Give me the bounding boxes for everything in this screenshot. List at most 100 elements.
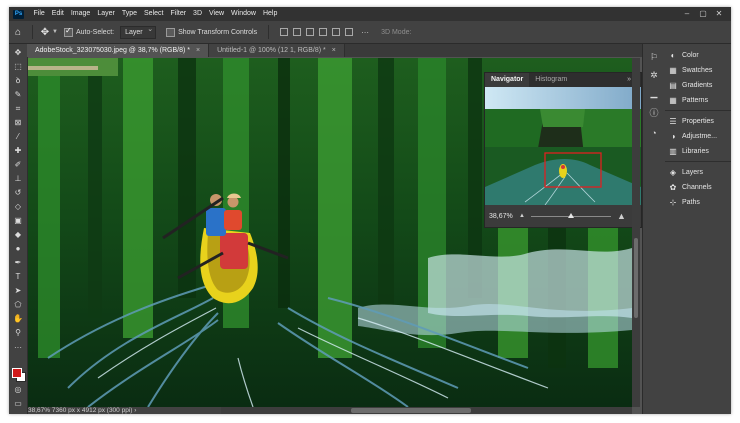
clone-stamp-tool-icon[interactable]: ⊥: [12, 173, 24, 185]
options-bar: ⌂ ✥ ▼ Auto-Select: Layer Show Transform …: [9, 21, 731, 44]
panel-patterns[interactable]: ▦ Patterns: [668, 94, 708, 107]
path-select-tool-icon[interactable]: ➤: [12, 285, 24, 297]
menu-file[interactable]: File: [30, 7, 48, 21]
auto-select-target-dropdown[interactable]: Layer: [120, 24, 157, 39]
panel-label: Swatches: [682, 67, 713, 74]
menu-edit[interactable]: Edit: [48, 7, 67, 21]
zoom-in-icon[interactable]: ▲: [617, 211, 626, 221]
align-top-icon[interactable]: [319, 28, 328, 36]
navigator-zoom-slider[interactable]: [530, 212, 611, 218]
zoom-tool-icon[interactable]: ⚲: [12, 327, 24, 339]
tab-histogram[interactable]: Histogram: [529, 73, 573, 87]
align-left-icon[interactable]: [280, 28, 289, 36]
more-options-icon[interactable]: ···: [361, 28, 369, 37]
divider: [32, 25, 33, 39]
horizontal-scroll-thumb[interactable]: [351, 408, 471, 413]
panel-label: Gradients: [682, 82, 713, 89]
close-tab-icon[interactable]: ×: [332, 47, 336, 54]
tab-adobestock-document[interactable]: AdobeStock_323075030.jpeg @ 38,7% (RGB/8…: [27, 44, 210, 57]
horizontal-scrollbar[interactable]: [221, 407, 632, 414]
panel-label: Patterns: [682, 97, 709, 104]
home-icon[interactable]: ⌂: [9, 27, 27, 38]
auto-select-checkbox[interactable]: [63, 26, 73, 37]
tab-navigator[interactable]: Navigator: [485, 73, 530, 87]
menu-3d[interactable]: 3D: [190, 7, 206, 21]
blur-tool-icon[interactable]: ◆: [12, 229, 24, 241]
document-tabs: AdobeStock_323075030.jpeg @ 38,7% (RGB/8…: [27, 44, 645, 57]
panel-adjustments[interactable]: ◑ Adjustme...: [668, 130, 717, 143]
brush-tool-icon[interactable]: ✐: [12, 159, 24, 171]
lasso-tool-icon[interactable]: ꝺ: [12, 75, 24, 87]
marquee-tool-icon[interactable]: ⬚: [12, 61, 24, 73]
crop-tool-icon[interactable]: ⌗: [12, 103, 24, 115]
libraries-icon: ▥: [669, 147, 677, 156]
eyedropper-tool-icon[interactable]: ⁄: [12, 131, 24, 143]
quick-mask-icon[interactable]: ◎: [12, 384, 24, 396]
panel-swatches[interactable]: ▦ Swatches: [668, 64, 712, 77]
align-right-icon[interactable]: [306, 28, 315, 36]
type-tool-icon[interactable]: T: [12, 271, 24, 283]
eraser-tool-icon[interactable]: ◇: [12, 201, 24, 213]
pen-tool-icon[interactable]: ✒: [12, 257, 24, 269]
vertical-scrollbar[interactable]: [632, 58, 640, 407]
navigator-panel: Navigator Histogram » ≡: [484, 72, 642, 228]
more-tools-icon[interactable]: ···: [12, 342, 24, 354]
menu-layer[interactable]: Layer: [94, 7, 119, 21]
shape-tool-icon[interactable]: ⬠: [12, 299, 24, 311]
panel-gradients[interactable]: ▤ Gradients: [668, 79, 712, 92]
tab-label: Untitled-1 @ 100% (12 1, RGB/8) *: [217, 47, 326, 54]
status-bar: 38,67% 7360 px x 4912 px (300 ppi) ›: [28, 407, 221, 414]
info-panel-icon[interactable]: ⓘ: [647, 106, 661, 120]
menu-select[interactable]: Select: [141, 7, 167, 21]
panel-properties[interactable]: ☰ Properties: [668, 115, 714, 128]
minimize-button[interactable]: –: [679, 7, 695, 21]
history-brush-tool-icon[interactable]: ↺: [12, 187, 24, 199]
menu-help[interactable]: Help: [259, 7, 280, 21]
learn-icon[interactable]: ⚐: [647, 50, 661, 64]
healing-brush-tool-icon[interactable]: ✚: [12, 145, 24, 157]
menu-bar: Ps File Edit Image Layer Type Select Fil…: [9, 7, 731, 21]
gradient-tool-icon[interactable]: ▣: [12, 215, 24, 227]
swatches-icon: ▦: [669, 66, 677, 75]
zoom-out-icon[interactable]: ▲: [519, 213, 525, 219]
menu-view[interactable]: View: [206, 7, 228, 21]
menu-window[interactable]: Window: [228, 7, 260, 21]
panel-layers[interactable]: ◈ Layers: [668, 166, 703, 179]
move-tool-icon[interactable]: ✥: [12, 47, 24, 59]
quick-select-tool-icon[interactable]: ✎: [12, 89, 24, 101]
menu-image[interactable]: Image: [67, 7, 93, 21]
panel-color[interactable]: ◐ Color: [668, 49, 699, 62]
zoom-slider-handle[interactable]: [567, 212, 574, 218]
frame-tool-icon[interactable]: ⊠: [12, 117, 24, 129]
navigator-tabs: Navigator Histogram » ≡: [485, 73, 641, 87]
histogram-panel-icon[interactable]: ▁: [647, 86, 661, 100]
align-center-icon[interactable]: [293, 28, 302, 36]
vertical-scroll-thumb[interactable]: [634, 238, 638, 318]
maximize-button[interactable]: ▢: [695, 7, 711, 21]
navigator-preview[interactable]: [485, 87, 641, 206]
show-transform-checkbox[interactable]: [166, 27, 176, 37]
screen-mode-icon[interactable]: ▭: [12, 398, 24, 410]
menu-type[interactable]: Type: [118, 7, 140, 21]
navigator-zoom-row: 38,67% ▲ ▲: [485, 205, 641, 227]
chevron-down-icon[interactable]: ▼: [52, 29, 58, 35]
show-transform-label: Show Transform Controls: [178, 28, 258, 36]
3d-mode-label: 3D Mode:: [381, 28, 412, 36]
tab-untitled-document[interactable]: Untitled-1 @ 100% (12 1, RGB/8) * ×: [209, 44, 345, 57]
foreground-color-swatch[interactable]: [12, 368, 22, 378]
panel-paths[interactable]: ⊹ Paths: [668, 196, 700, 209]
navigator-zoom-value[interactable]: 38,67%: [489, 213, 519, 220]
align-bottom-icon[interactable]: [345, 28, 354, 36]
align-middle-icon[interactable]: [332, 28, 341, 36]
close-tab-icon[interactable]: ×: [196, 47, 200, 54]
close-window-button[interactable]: ✕: [711, 7, 727, 21]
move-tool-preset-icon[interactable]: ✥: [38, 27, 52, 38]
panel-label: Channels: [682, 184, 712, 191]
navigator-panel-icon[interactable]: ✲: [647, 68, 661, 82]
menu-filter[interactable]: Filter: [167, 7, 190, 21]
dodge-tool-icon[interactable]: ●: [12, 243, 24, 255]
panel-channels[interactable]: ✿ Channels: [668, 181, 712, 194]
hand-tool-icon[interactable]: ✋: [12, 313, 24, 325]
history-panel-icon[interactable]: ◔: [647, 126, 661, 140]
panel-libraries[interactable]: ▥ Libraries: [668, 145, 709, 158]
